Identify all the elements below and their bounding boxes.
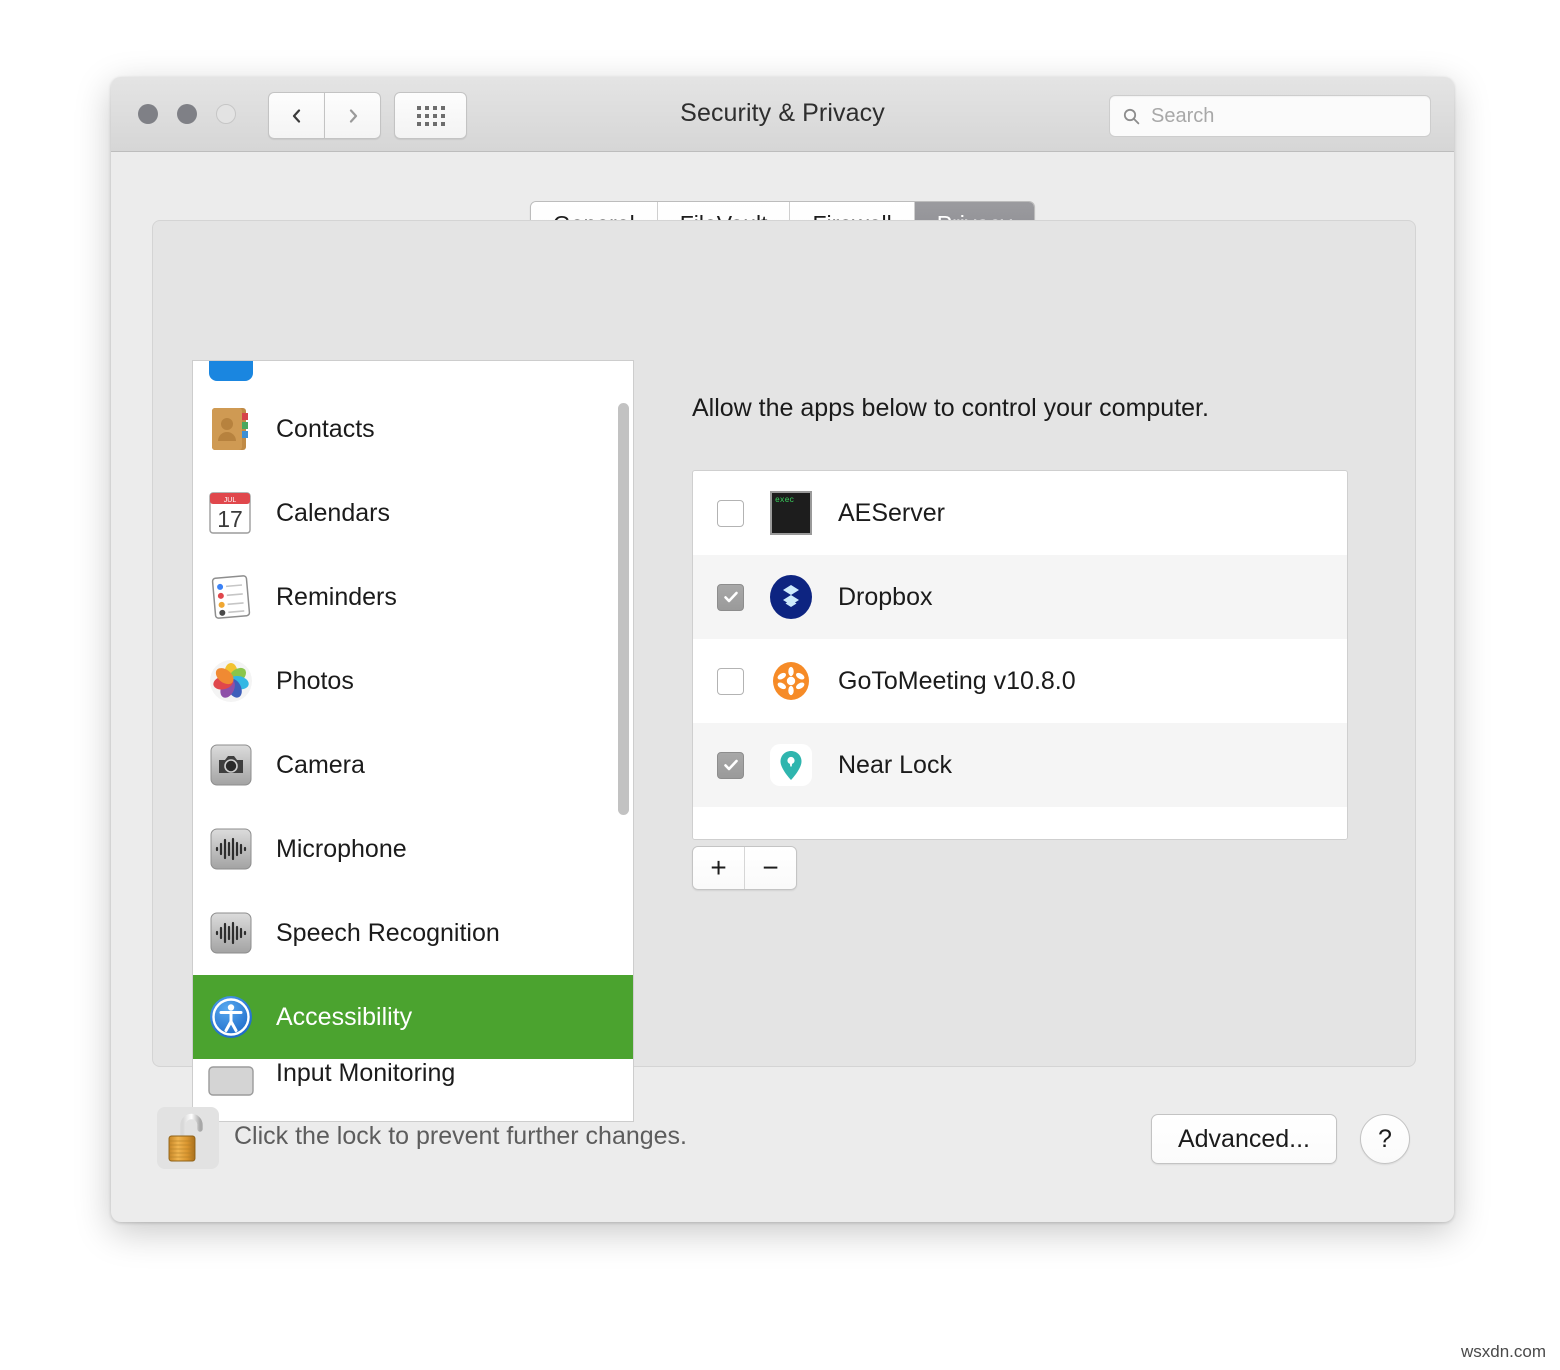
advanced-button[interactable]: Advanced... bbox=[1150, 1114, 1337, 1164]
accessibility-icon bbox=[205, 991, 257, 1043]
sidebar-item-photos[interactable]: Photos bbox=[193, 639, 633, 723]
privacy-panel: Contacts JUL 17 Calendars Reminders Phot… bbox=[152, 220, 1416, 1122]
window-titlebar: Security & Privacy bbox=[111, 77, 1454, 152]
microphone-icon bbox=[205, 823, 257, 875]
search-field[interactable] bbox=[1109, 95, 1431, 137]
system-preferences-window: Security & Privacy General FileVault Fir… bbox=[111, 77, 1454, 1222]
sidebar-item-microphone[interactable]: Microphone bbox=[193, 807, 633, 891]
lock-button[interactable] bbox=[157, 1107, 219, 1169]
dropbox-icon bbox=[766, 572, 816, 622]
add-remove-buttons: + − bbox=[692, 846, 797, 890]
app-name: AEServer bbox=[838, 498, 945, 527]
unlocked-padlock-icon bbox=[168, 1113, 203, 1162]
gotomeeting-icon bbox=[766, 656, 816, 706]
sidebar-item-contacts[interactable]: Contacts bbox=[193, 387, 633, 471]
sidebar-item-label: Camera bbox=[276, 750, 365, 779]
watermark: wsxdn.com bbox=[1460, 1342, 1546, 1361]
help-button[interactable]: ? bbox=[1360, 1114, 1410, 1164]
sidebar-item-label: Microphone bbox=[276, 834, 407, 863]
sidebar-item-label: Accessibility bbox=[276, 1002, 413, 1031]
search-icon bbox=[1123, 108, 1140, 124]
calendar-icon: JUL 17 bbox=[205, 487, 257, 539]
app-name: Dropbox bbox=[838, 582, 933, 611]
lock-status-text: Click the lock to prevent further change… bbox=[234, 1122, 688, 1150]
bottom-bar: Click the lock to prevent further change… bbox=[111, 1082, 1454, 1222]
app-name: GoToMeeting v10.8.0 bbox=[838, 666, 1076, 695]
permission-description: Allow the apps below to control your com… bbox=[692, 394, 1209, 422]
near-lock-icon bbox=[766, 740, 816, 790]
sidebar-item-label: Photos bbox=[276, 666, 354, 695]
camera-icon bbox=[205, 739, 257, 791]
sidebar-item-calendars[interactable]: JUL 17 Calendars bbox=[193, 471, 633, 555]
sidebar-item-location-services[interactable] bbox=[193, 361, 633, 387]
app-checkbox[interactable] bbox=[717, 583, 744, 611]
sidebar-item-camera[interactable]: Camera bbox=[193, 723, 633, 807]
app-name: Near Lock bbox=[838, 750, 952, 779]
table-row[interactable]: exec AEServer bbox=[693, 471, 1347, 555]
speech-recognition-icon bbox=[205, 907, 257, 959]
sidebar-item-speech-recognition[interactable]: Speech Recognition bbox=[193, 891, 633, 975]
table-row[interactable]: Dropbox bbox=[693, 555, 1347, 639]
svg-text:JUL: JUL bbox=[224, 497, 237, 504]
app-permission-list[interactable]: exec AEServer Dropbox GoToMeeting v10.8.… bbox=[692, 470, 1348, 840]
table-row[interactable]: GoToMeeting v10.8.0 bbox=[693, 639, 1347, 723]
sidebar-scrollbar-thumb[interactable] bbox=[618, 403, 629, 815]
contacts-icon bbox=[205, 403, 257, 455]
sidebar-item-label: Calendars bbox=[276, 498, 390, 527]
add-app-button[interactable]: + bbox=[693, 847, 744, 889]
sidebar-item-label: Speech Recognition bbox=[276, 918, 500, 947]
location-services-icon bbox=[205, 361, 257, 387]
aeserver-exec-icon: exec bbox=[766, 488, 816, 538]
table-row[interactable]: Near Lock bbox=[693, 723, 1347, 807]
app-list-padding bbox=[693, 807, 1347, 839]
app-checkbox[interactable] bbox=[717, 751, 744, 779]
reminders-icon bbox=[205, 571, 257, 623]
svg-text:17: 17 bbox=[217, 506, 243, 532]
remove-app-button[interactable]: − bbox=[744, 847, 796, 889]
app-checkbox[interactable] bbox=[717, 499, 744, 527]
sidebar-item-label: Contacts bbox=[276, 414, 375, 443]
sidebar-item-accessibility[interactable]: Accessibility bbox=[193, 975, 633, 1059]
privacy-detail-pane: Allow the apps below to control your com… bbox=[658, 360, 1376, 1120]
search-input[interactable] bbox=[1149, 103, 1403, 129]
sidebar-scrollbar[interactable] bbox=[615, 363, 631, 1119]
sidebar-item-label: Reminders bbox=[276, 582, 397, 611]
app-checkbox[interactable] bbox=[717, 667, 744, 695]
photos-icon bbox=[205, 655, 257, 707]
svg-text:exec: exec bbox=[775, 496, 794, 505]
privacy-category-list[interactable]: Contacts JUL 17 Calendars Reminders Phot… bbox=[192, 360, 634, 1122]
sidebar-item-reminders[interactable]: Reminders bbox=[193, 555, 633, 639]
